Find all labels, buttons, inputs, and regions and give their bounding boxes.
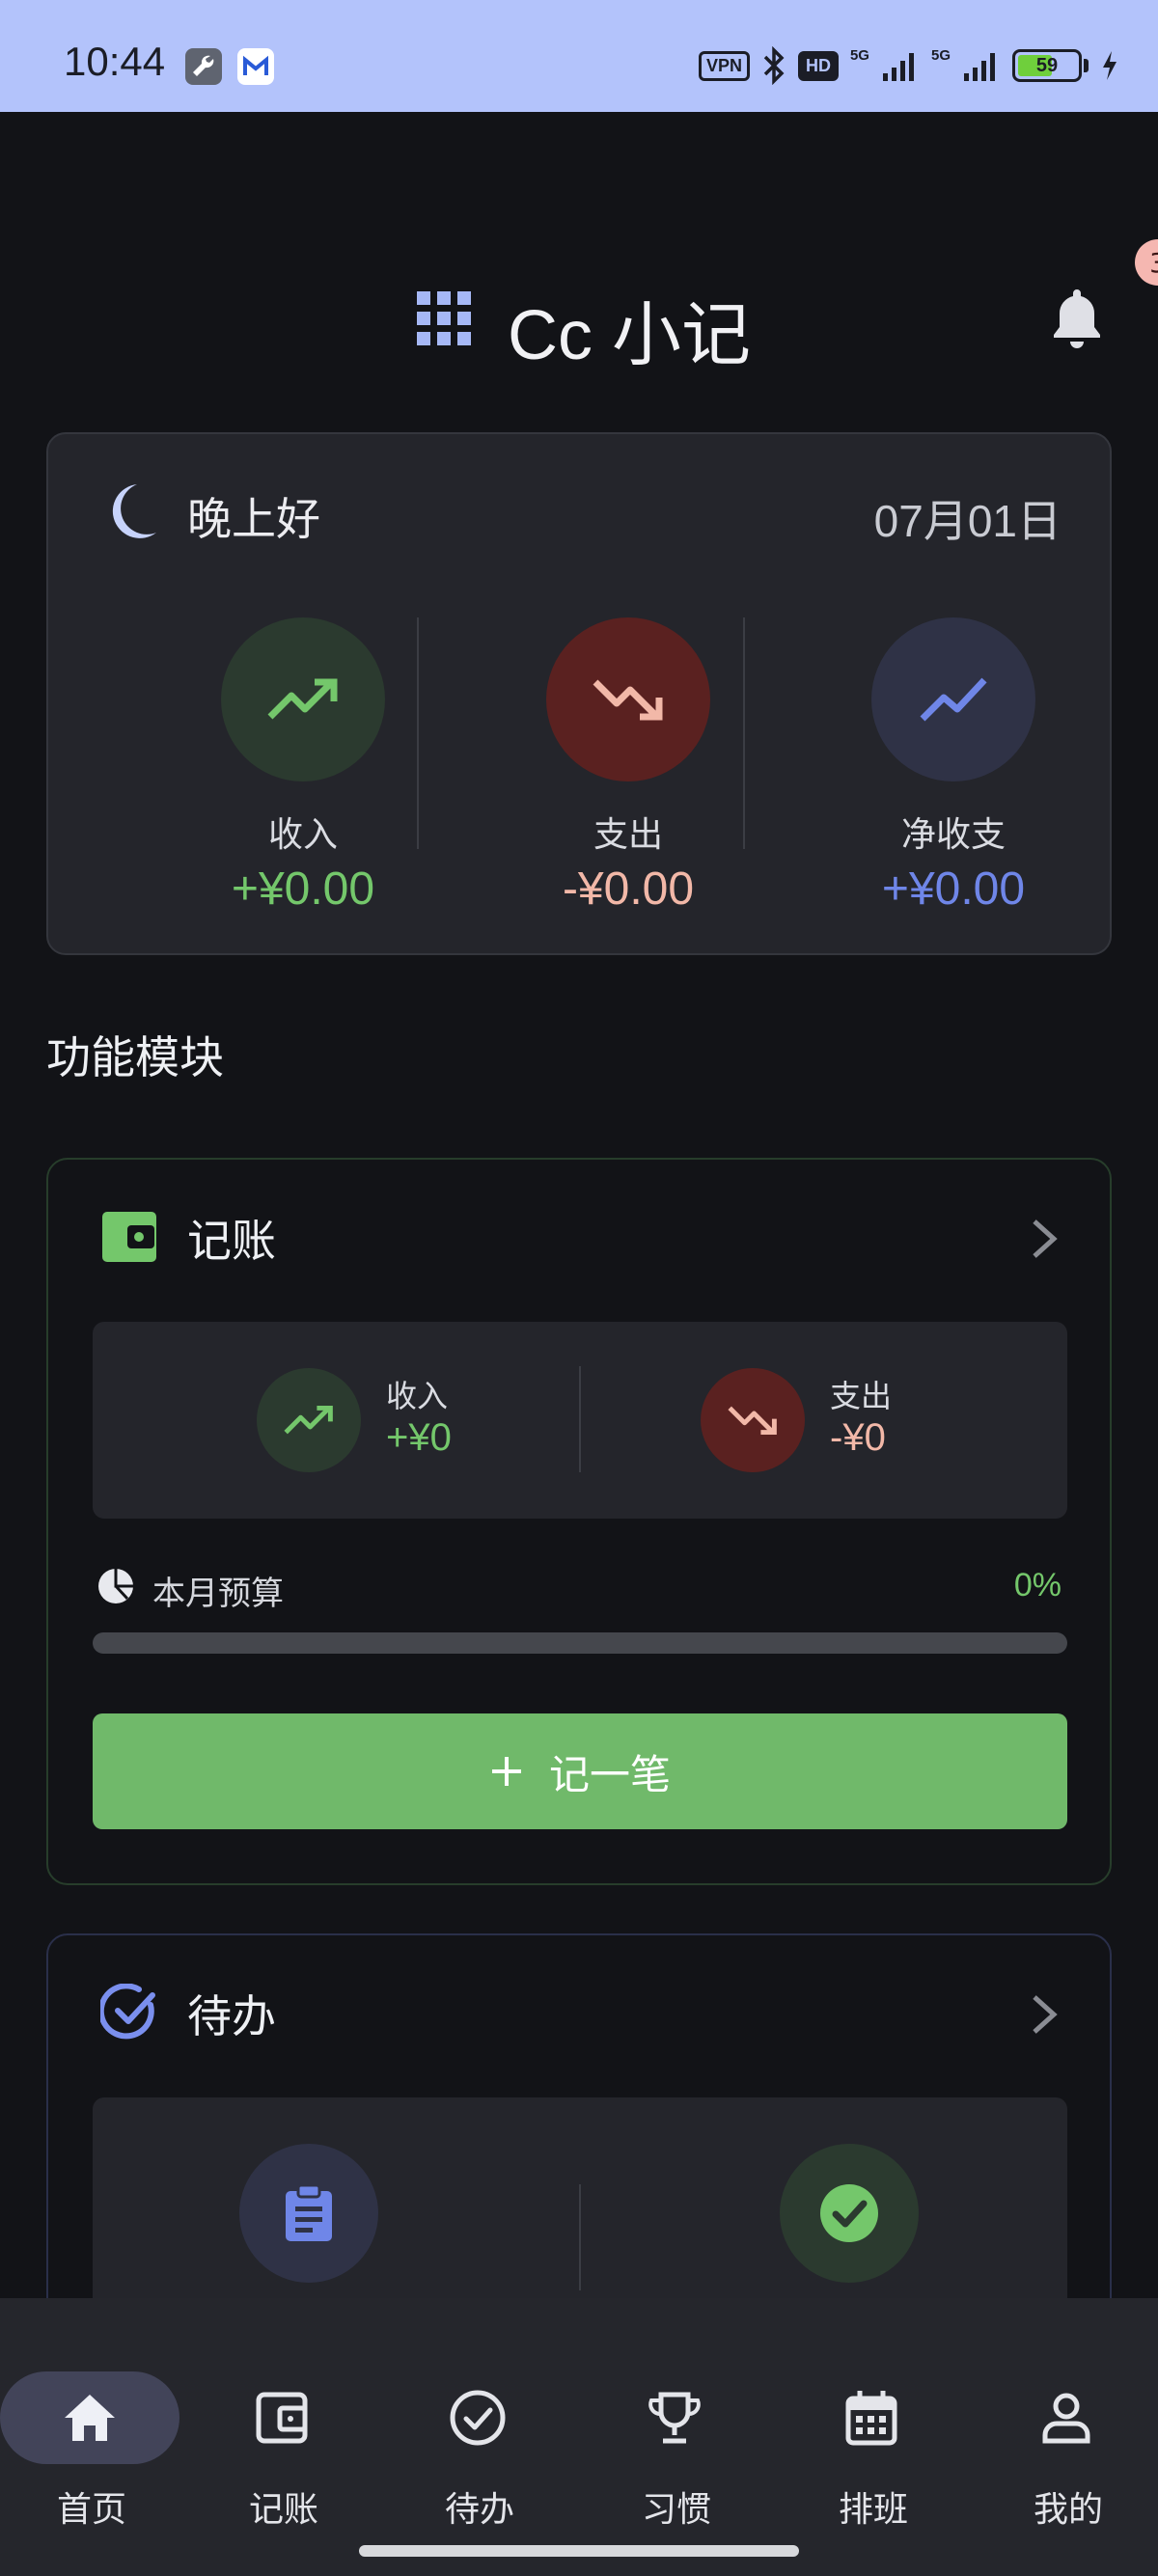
net-circle [871, 617, 1035, 781]
ledger-module-card[interactable]: 记账 收入 +¥0 支出 -¥0 本月预算 0% 记一笔 [46, 1158, 1112, 1885]
trophy-icon [648, 2392, 701, 2444]
summary-date: 07月01日 [873, 496, 1062, 546]
expense-label: 支出 [593, 815, 663, 855]
nav-label: 首页 [56, 2490, 126, 2530]
wrench-icon [185, 48, 222, 85]
ledger-income-circle [257, 1368, 361, 1472]
mail-app-icon [237, 48, 274, 85]
network-type-2: 5G [930, 47, 951, 64]
ledger-stats-panel: 收入 +¥0 支出 -¥0 [93, 1322, 1067, 1519]
budget-progress-bar [93, 1632, 1067, 1654]
wallet-icon [102, 1212, 156, 1262]
home-icon [65, 2395, 115, 2441]
wallet-icon [256, 2392, 308, 2444]
income-stat: 收入 +¥0.00 [158, 617, 448, 916]
battery-cap [1084, 59, 1089, 72]
signal-icon-2 [964, 53, 995, 81]
net-label: 净收支 [900, 815, 1006, 855]
panel-divider [579, 1366, 581, 1472]
check-badge-icon [820, 2184, 878, 2242]
modules-section-title: 功能模块 [46, 1031, 224, 1083]
todo-pending-circle [239, 2144, 378, 2283]
check-circle-icon [450, 2390, 506, 2446]
nav-label: 排班 [838, 2490, 908, 2530]
calendar-icon [845, 2391, 897, 2446]
charging-icon [1103, 51, 1117, 80]
expense-circle [546, 617, 710, 781]
greeting-text: 晚上好 [187, 493, 320, 545]
clipboard-icon [286, 2183, 332, 2241]
status-bar: 10:44 VPN HD 5G 5G 59 [0, 0, 1158, 112]
trending-up-icon [267, 678, 338, 720]
nav-label: 习惯 [641, 2490, 711, 2530]
nav-item-todo[interactable]: 待办 [388, 2337, 571, 2530]
battery-level: 59 [1035, 54, 1059, 76]
status-time: 10:44 [64, 39, 166, 84]
net-stat: 净收支 +¥0.00 [809, 617, 1098, 916]
add-record-button[interactable]: 记一笔 [93, 1713, 1067, 1829]
today-summary-card: 晚上好 07月01日 收入 +¥0.00 支出 -¥0.00 净收支 +¥0.0… [46, 432, 1112, 955]
vpn-indicator: VPN [698, 50, 750, 81]
battery-icon: 59 [1012, 49, 1082, 82]
stat-divider [417, 617, 419, 849]
pie-chart-icon [98, 1569, 133, 1603]
ledger-income-label: 收入 [386, 1378, 449, 1414]
income-label: 收入 [267, 815, 338, 855]
income-value: +¥0.00 [231, 863, 375, 915]
bottom-nav: 首页 记账 待办 习惯 排班 我的 [0, 2298, 1158, 2576]
net-value: +¥0.00 [881, 863, 1026, 915]
app-header: Cc 小记 3 [0, 239, 1158, 376]
check-circle-icon [100, 1984, 155, 2040]
nav-label: 我的 [1033, 2490, 1103, 2530]
trending-down-icon [728, 1406, 777, 1436]
stat-divider [743, 617, 745, 849]
ledger-expense-label: 支出 [830, 1378, 893, 1414]
nav-item-profile[interactable]: 我的 [977, 2337, 1158, 2530]
chevron-right-icon[interactable] [1029, 1993, 1060, 2036]
network-type-1: 5G [849, 47, 869, 64]
ledger-income-value: +¥0 [386, 1416, 452, 1459]
trending-up-icon [284, 1405, 333, 1435]
chevron-right-icon[interactable] [1029, 1218, 1060, 1260]
nav-item-schedule[interactable]: 排班 [782, 2337, 965, 2530]
add-record-label: 记一笔 [548, 1750, 671, 1798]
status-indicators: VPN HD 5G 5G 59 [698, 44, 1119, 87]
ledger-expense-circle [701, 1368, 805, 1472]
ledger-title: 记账 [187, 1215, 276, 1267]
signal-icon-1 [882, 53, 914, 81]
bluetooth-icon [763, 46, 785, 85]
plus-icon [491, 1757, 521, 1786]
person-icon [1042, 2393, 1090, 2444]
nav-item-home[interactable]: 首页 [0, 2337, 183, 2530]
expense-value: -¥0.00 [562, 863, 695, 915]
notification-badge[interactable]: 3 [1135, 239, 1158, 286]
budget-percent: 0% [1013, 1567, 1062, 1603]
apps-grid-icon[interactable] [417, 291, 471, 345]
nav-label: 待办 [444, 2490, 514, 2530]
nav-item-habits[interactable]: 习惯 [585, 2337, 768, 2530]
ledger-expense-value: -¥0 [830, 1416, 886, 1459]
panel-divider [579, 2184, 581, 2290]
todo-done-circle [780, 2144, 919, 2283]
budget-label: 本月预算 [152, 1575, 284, 1613]
home-indicator[interactable] [359, 2545, 799, 2557]
hd-indicator: HD [797, 50, 839, 81]
expense-stat: 支出 -¥0.00 [483, 617, 773, 916]
nav-item-ledger[interactable]: 记账 [192, 2337, 375, 2530]
nav-label: 记账 [248, 2490, 318, 2530]
income-circle [221, 617, 385, 781]
todo-title: 待办 [187, 1990, 276, 2042]
trending-down-icon [593, 679, 663, 721]
app-title: Cc 小记 [508, 297, 752, 374]
trend-line-icon [920, 677, 987, 722]
moon-icon [112, 484, 156, 538]
bell-icon[interactable] [1048, 286, 1106, 349]
